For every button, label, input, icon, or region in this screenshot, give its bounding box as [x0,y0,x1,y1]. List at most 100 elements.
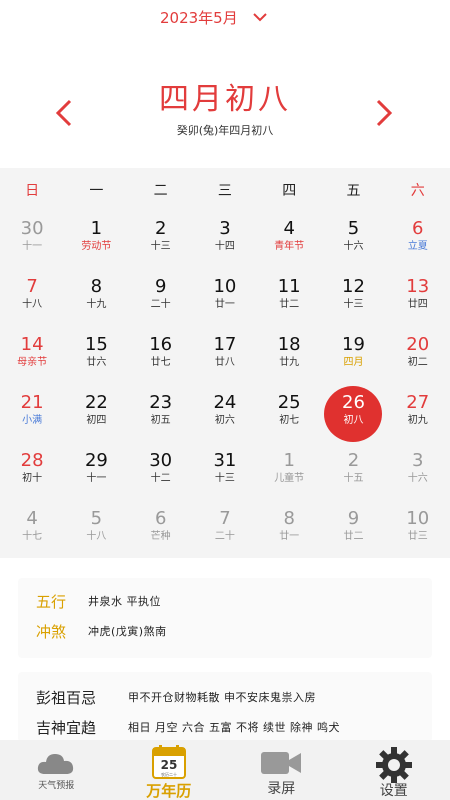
day-lunar-label: 廿六 [86,357,107,368]
day-lunar-label: 廿四 [407,299,428,310]
day-number: 2 [347,450,360,471]
tab-screen-record-label: 录屏 [267,781,296,797]
top-bar: 2023年5月 [0,0,450,32]
tab-calendar[interactable]: 25 农历二十 万年历 [113,740,226,800]
day-cell[interactable]: 4 十七 [0,502,64,560]
pengzu-row: 彭祖百忌 甲不开仓财物耗散 申不安床鬼祟入房 [18,682,432,712]
day-cell[interactable]: 2 十三 [129,212,193,270]
day-cell[interactable]: 5 十六 [321,212,385,270]
day-cell[interactable]: 21 小满 [0,386,64,444]
day-cell[interactable]: 15 廿六 [64,328,128,386]
day-number: 29 [84,450,108,471]
day-cell[interactable]: 14 母亲节 [0,328,64,386]
day-number: 14 [20,334,44,355]
day-number: 10 [213,276,237,297]
tab-screen-record[interactable]: 录屏 [225,740,338,800]
day-number: 19 [342,334,365,355]
day-cell[interactable]: 7 二十 [193,502,257,560]
day-cell[interactable]: 19 四月 [321,328,385,386]
day-cell[interactable]: 11 廿二 [257,270,321,328]
day-lunar-label: 廿八 [214,357,235,368]
day-cell[interactable]: 20 初二 [386,328,450,386]
day-cell[interactable]: 1 儿童节 [257,444,321,502]
day-lunar-label: 小满 [22,415,43,426]
day-cell[interactable]: 17 廿八 [193,328,257,386]
month-picker[interactable]: 2023年5月 [160,4,268,30]
day-lunar-label: 初四 [86,415,107,426]
day-grid: 30 十一 1 劳动节 2 十三 3 十四 4 青年节 5 十六 6 立夏 7 十八 8 十九 9 二十 10 廿一 11 廿… [0,212,450,560]
day-cell[interactable]: 28 初十 [0,444,64,502]
chevron-down-icon [253,13,267,22]
weekday-mon: 一 [89,183,104,199]
day-cell[interactable]: 22 初四 [64,386,128,444]
day-cell[interactable]: 10 廿三 [386,502,450,560]
jishen-label: 吉神宜趋 [36,718,97,737]
day-cell[interactable]: 3 十四 [193,212,257,270]
day-number: 3 [412,450,424,471]
tab-weather[interactable]: 天气预报 [0,740,113,800]
day-cell[interactable]: 12 十三 [321,270,385,328]
day-cell[interactable]: 8 廿一 [257,502,321,560]
day-cell[interactable]: 27 初九 [386,386,450,444]
day-cell[interactable]: 8 十九 [64,270,128,328]
day-cell[interactable]: 30 十二 [129,444,193,502]
day-cell[interactable]: 23 初五 [129,386,193,444]
tab-settings[interactable]: 设置 [338,740,450,800]
calendar-icon: 25 农历二十 [151,745,186,779]
day-lunar-label: 初八 [343,415,364,426]
weekday-tue: 二 [153,183,168,199]
day-cell[interactable]: 24 初六 [193,386,257,444]
day-cell[interactable]: 9 二十 [129,270,193,328]
calendar-icon-day: 25 [160,758,177,772]
day-lunar-label: 儿童节 [274,473,305,484]
day-cell[interactable]: 29 十一 [64,444,128,502]
day-lunar-label: 十一 [86,473,107,484]
day-cell[interactable]: 5 十八 [64,502,128,560]
day-cell[interactable]: 3 十六 [386,444,450,502]
day-cell[interactable]: 7 十八 [0,270,64,328]
day-lunar-label: 十九 [86,299,107,310]
next-day-arrow-icon[interactable] [370,98,396,128]
day-lunar-label: 十一 [22,241,43,252]
day-cell[interactable]: 10 廿一 [193,270,257,328]
day-lunar-label: 十七 [22,531,43,542]
day-lunar-label: 初六 [214,415,235,426]
pengzu-value: 甲不开仓财物耗散 申不安床鬼祟入房 [128,691,316,704]
day-lunar-label: 十八 [86,531,107,542]
day-lunar-label: 廿一 [279,531,300,542]
day-number: 16 [149,334,173,355]
day-number: 23 [149,392,173,413]
day-number: 30 [20,218,44,239]
day-lunar-label: 初十 [22,473,43,484]
tab-weather-label: 天气预报 [38,781,75,791]
day-cell[interactable]: 31 十三 [193,444,257,502]
day-cell[interactable]: 6 芒种 [129,502,193,560]
day-cell[interactable]: 4 青年节 [257,212,321,270]
day-number: 4 [283,218,295,239]
day-cell[interactable]: 1 劳动节 [64,212,128,270]
day-lunar-label: 廿一 [214,299,235,310]
day-lunar-label: 十二 [150,473,171,484]
wuxing-card: 五行 井泉水 平执位 冲煞 冲虎(戊寅)煞南 [18,578,432,658]
day-cell[interactable]: 13 廿四 [386,270,450,328]
day-number: 1 [90,218,103,239]
day-number: 5 [347,218,360,239]
wuxing-value: 井泉水 平执位 [88,595,161,608]
day-cell[interactable]: 25 初七 [257,386,321,444]
day-number: 15 [84,334,108,355]
day-cell-selected[interactable]: 26 初八 [321,386,385,444]
day-cell[interactable]: 9 廿二 [321,502,385,560]
day-number: 6 [412,218,424,239]
day-lunar-label: 芒种 [150,531,171,542]
video-camera-icon [261,752,302,774]
day-cell[interactable]: 6 立夏 [386,212,450,270]
day-number: 28 [20,450,44,471]
day-cell[interactable]: 18 廿九 [257,328,321,386]
day-lunar-label: 青年节 [274,241,305,252]
day-cell[interactable]: 30 十一 [0,212,64,270]
day-cell[interactable]: 2 十五 [321,444,385,502]
day-number: 11 [277,276,301,297]
day-cell[interactable]: 16 廿七 [129,328,193,386]
chongsha-row: 冲煞 冲虎(戊寅)煞南 [18,616,432,646]
day-number: 2 [154,218,167,239]
